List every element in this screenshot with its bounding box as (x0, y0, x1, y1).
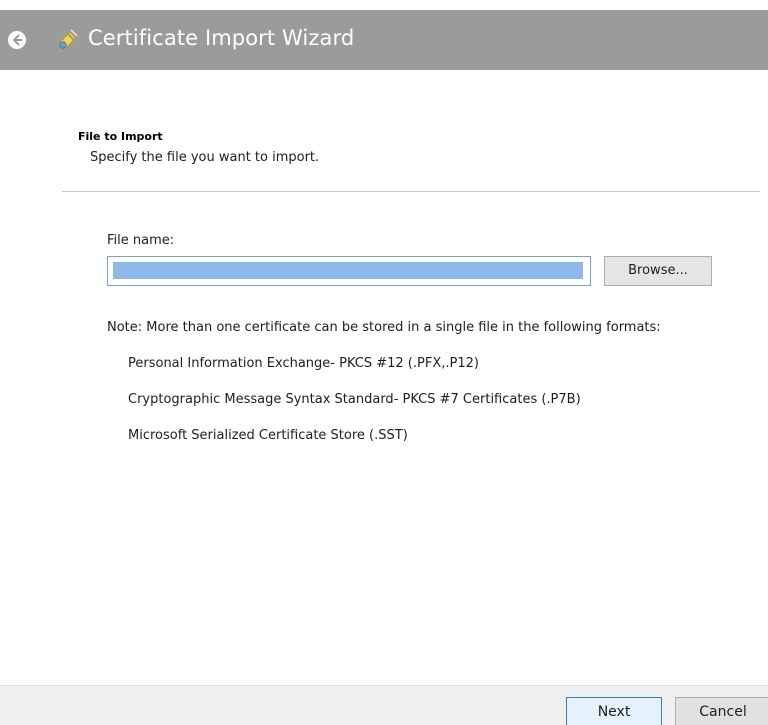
format-item-pfx: Personal Information Exchange- PKCS #12 … (128, 356, 479, 371)
browse-button[interactable]: Browse... (604, 256, 712, 286)
format-item-sst: Microsoft Serialized Certificate Store (… (128, 428, 408, 443)
page-subtitle: Specify the file you want to import. (90, 150, 320, 165)
window-title: Certificate Import Wizard (88, 26, 355, 50)
back-arrow-icon[interactable] (7, 30, 27, 50)
format-item-p7b: Cryptographic Message Syntax Standard- P… (128, 392, 581, 407)
certificate-icon (58, 29, 78, 50)
title-bar: Certificate Import Wizard (0, 10, 768, 70)
file-name-label: File name: (107, 233, 175, 248)
formats-note: Note: More than one certificate can be s… (107, 320, 661, 335)
cancel-button[interactable]: Cancel (675, 697, 768, 725)
certificate-import-wizard-window: Certificate Import Wizard File to Import… (0, 0, 768, 725)
file-name-input[interactable] (107, 256, 591, 286)
next-button[interactable]: Next (566, 697, 662, 725)
page-title: File to Import (78, 130, 163, 143)
header-divider (62, 191, 760, 192)
